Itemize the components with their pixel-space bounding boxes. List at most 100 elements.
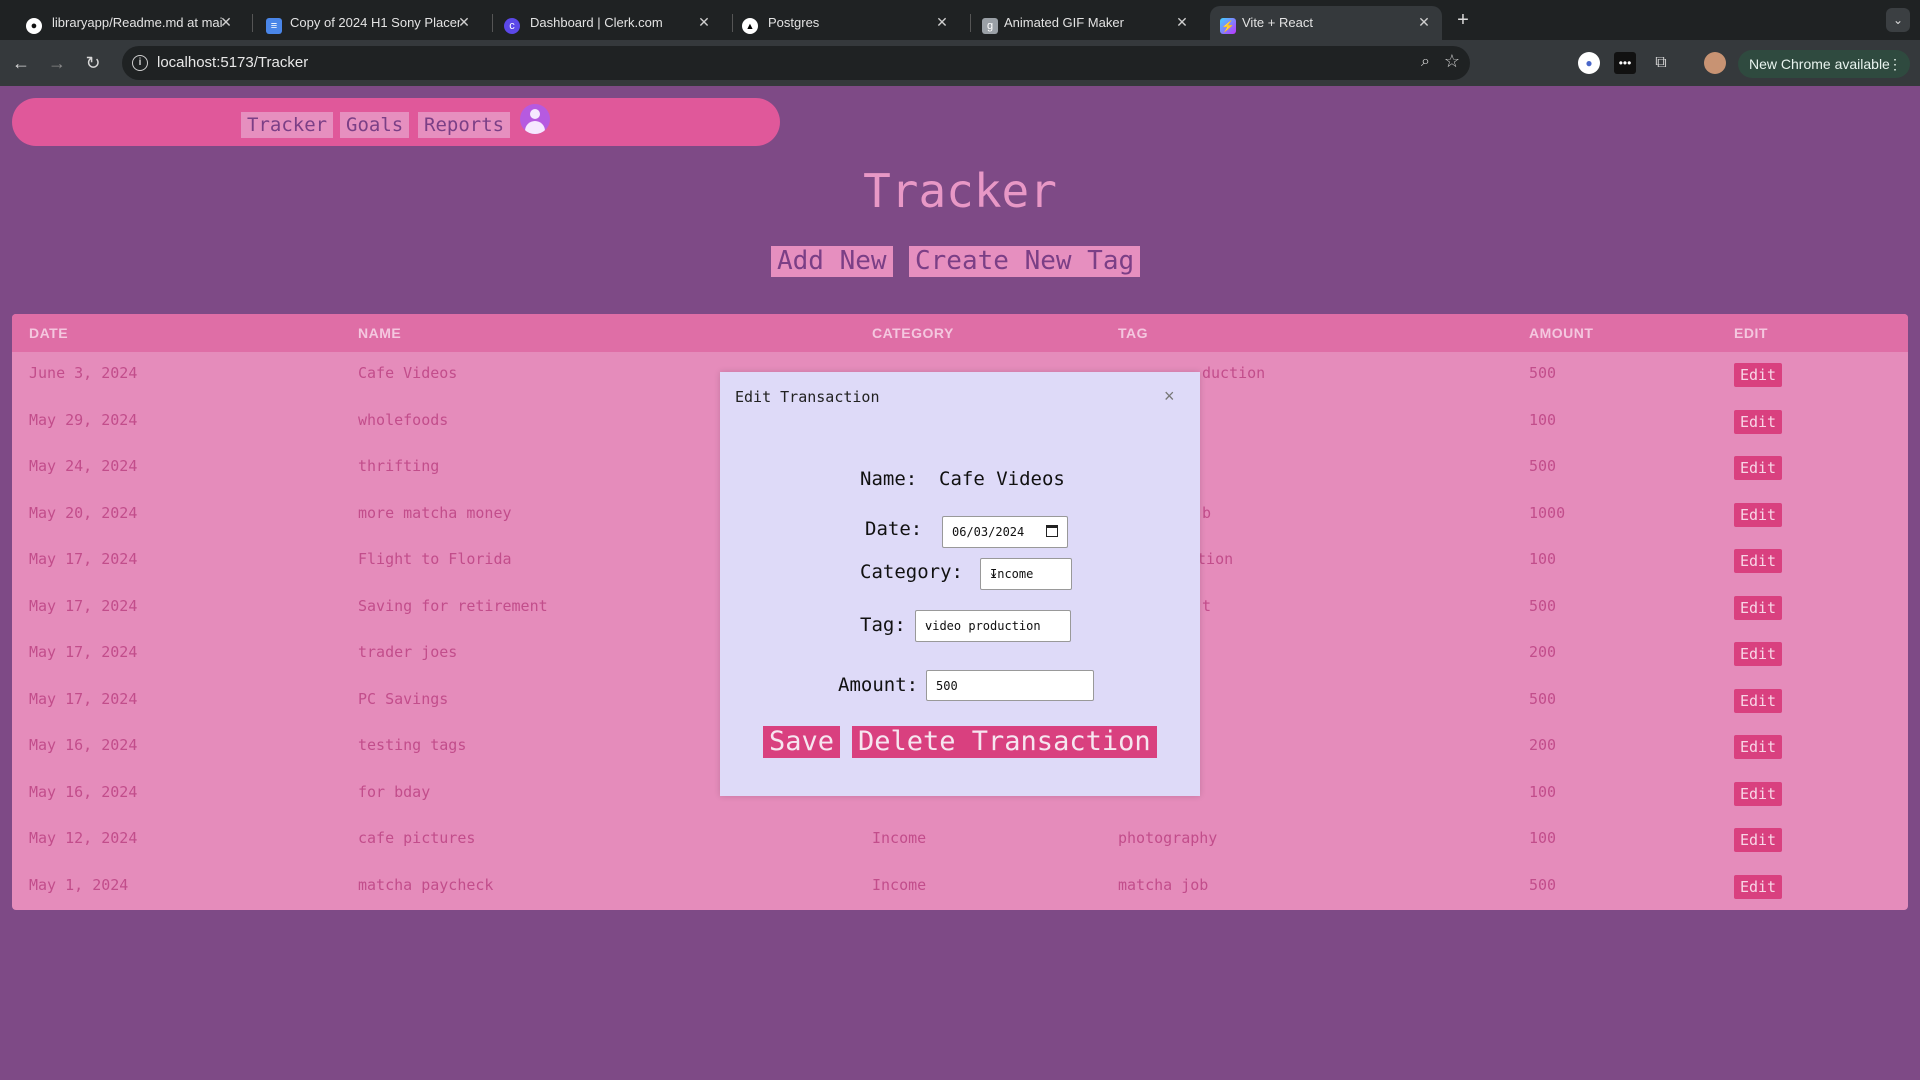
- url-text: localhost:5173/Tracker: [157, 54, 309, 71]
- column-header-tag: TAG: [1118, 325, 1149, 341]
- new-tab-button[interactable]: +: [1452, 10, 1474, 32]
- edit-button[interactable]: Edit: [1734, 502, 1782, 527]
- cell-tag: photography: [1118, 829, 1218, 847]
- close-tab-icon[interactable]: ✕: [696, 14, 712, 30]
- cell-tag: matcha job: [1118, 875, 1209, 894]
- cell-name: for bday: [358, 782, 431, 801]
- cell-date: May 12, 2024: [29, 829, 138, 847]
- cell-category: Income: [872, 829, 927, 847]
- cell-date: May 16, 2024: [29, 782, 138, 801]
- table-row: May 1, 2024 matcha paycheck Income matcha j…: [12, 864, 1908, 910]
- column-header-date: DATE: [29, 325, 69, 341]
- back-button[interactable]: ←: [10, 52, 32, 74]
- edit-button[interactable]: Edit: [1734, 549, 1782, 573]
- table-header: DATE NAME CATEGORY TAG AMOUNT EDIT: [12, 314, 1908, 352]
- extension-dots-icon[interactable]: •••: [1614, 52, 1636, 74]
- browser-tab-strip: ● libraryapp/Readme.md at mai ✕ ≡ Copy o…: [0, 0, 1920, 40]
- cell-amount: 500: [1529, 689, 1557, 708]
- cell-date: May 17, 2024: [29, 643, 138, 661]
- site-info-icon[interactable]: i: [132, 55, 148, 71]
- edit-button[interactable]: Edit: [1734, 874, 1782, 899]
- cell-category: Income: [872, 875, 927, 894]
- browser-tab[interactable]: g Animated GIF Maker ✕: [956, 6, 1198, 40]
- date-label: Date:: [865, 518, 923, 540]
- browser-tab[interactable]: ▲ Postgres ✕: [716, 6, 958, 40]
- close-tab-icon[interactable]: ✕: [218, 14, 234, 30]
- cell-date: June 3, 2024: [29, 364, 138, 382]
- cell-date: May 29, 2024: [29, 410, 138, 429]
- cell-amount: 500: [1529, 457, 1557, 475]
- nav-link-tracker[interactable]: Tracker: [241, 112, 334, 138]
- bookmark-star-icon[interactable]: ☆: [1444, 51, 1460, 72]
- browser-tab-active[interactable]: ⚡ Vite + React ✕: [1210, 6, 1442, 40]
- category-select[interactable]: Income ⌄: [980, 558, 1072, 590]
- close-tab-icon[interactable]: ✕: [934, 14, 950, 30]
- edit-button[interactable]: Edit: [1734, 828, 1782, 852]
- nav-link-reports[interactable]: Reports: [418, 112, 511, 138]
- cell-name: Cafe Videos: [358, 364, 458, 382]
- close-tab-icon[interactable]: ✕: [1416, 14, 1432, 30]
- tag-select[interactable]: video production ⌄: [915, 610, 1071, 642]
- cell-name: trader joes: [358, 643, 458, 661]
- edit-button[interactable]: Edit: [1734, 409, 1782, 434]
- date-field[interactable]: 06/03/2024: [942, 516, 1068, 548]
- user-avatar-icon[interactable]: [520, 104, 550, 134]
- vercel-icon: ▲: [742, 18, 758, 34]
- chevron-down-icon: ⌄: [925, 617, 933, 631]
- tab-title: Dashboard | Clerk.com: [530, 15, 663, 30]
- app-navbar: Tracker Goals Reports: [12, 98, 780, 146]
- tag-label: Tag:: [860, 614, 906, 636]
- cell-date: May 16, 2024: [29, 736, 138, 754]
- amount-input[interactable]: 500: [926, 670, 1094, 701]
- zoom-icon[interactable]: ⌕: [1421, 53, 1430, 71]
- edit-button[interactable]: Edit: [1734, 642, 1782, 666]
- tab-title: Postgres: [768, 15, 820, 30]
- new-chrome-available-button[interactable]: New Chrome available ⋮: [1738, 50, 1910, 78]
- edit-button[interactable]: Edit: [1734, 781, 1782, 806]
- cell-tag: b: [1202, 503, 1212, 522]
- profile-avatar[interactable]: [1704, 52, 1726, 74]
- browser-tab[interactable]: c Dashboard | Clerk.com ✕: [478, 6, 720, 40]
- tab-search-button[interactable]: ⌄: [1886, 8, 1910, 32]
- close-tab-icon[interactable]: ✕: [456, 14, 472, 30]
- close-tab-icon[interactable]: ✕: [1174, 14, 1190, 30]
- save-button[interactable]: Save: [763, 726, 841, 758]
- browser-tab[interactable]: ≡ Copy of 2024 H1 Sony Placem ✕: [238, 6, 480, 40]
- cell-amount: 1000: [1529, 503, 1566, 522]
- edit-button[interactable]: Edit: [1734, 688, 1782, 713]
- kebab-menu-icon[interactable]: ⋮: [1888, 50, 1902, 78]
- cell-name: testing tags: [358, 736, 467, 754]
- close-icon[interactable]: ×: [1164, 386, 1175, 407]
- forward-button[interactable]: →: [46, 52, 68, 74]
- calendar-icon[interactable]: [1046, 525, 1058, 537]
- cell-date: May 17, 2024: [29, 689, 138, 708]
- edit-button[interactable]: Edit: [1734, 456, 1782, 480]
- create-new-tag-button[interactable]: Create New Tag: [909, 246, 1141, 277]
- page-title: Tracker: [863, 164, 1057, 218]
- name-label: Name:: [860, 468, 918, 490]
- nav-link-goals[interactable]: Goals: [340, 112, 410, 138]
- extension-icon[interactable]: ●: [1578, 52, 1600, 74]
- cell-amount: 500: [1529, 596, 1557, 615]
- edit-button[interactable]: Edit: [1734, 595, 1782, 620]
- avatar-body: [525, 121, 545, 134]
- column-header-amount: AMOUNT: [1529, 325, 1594, 341]
- tab-title: libraryapp/Readme.md at mai: [52, 15, 222, 30]
- tab-title: Animated GIF Maker: [1004, 15, 1124, 30]
- edit-button[interactable]: Edit: [1734, 363, 1782, 387]
- cell-amount: 500: [1529, 364, 1557, 382]
- reload-button[interactable]: ↻: [82, 52, 104, 74]
- extensions-puzzle-icon[interactable]: ⧉: [1650, 52, 1672, 74]
- delete-transaction-button[interactable]: Delete Transaction: [852, 726, 1157, 758]
- edit-button[interactable]: Edit: [1734, 735, 1782, 759]
- cell-amount: 200: [1529, 643, 1557, 661]
- amount-label: Amount:: [838, 674, 919, 696]
- cell-date: May 24, 2024: [29, 457, 138, 475]
- add-new-button[interactable]: Add New: [771, 246, 893, 277]
- clerk-icon: c: [504, 18, 520, 34]
- browser-tab[interactable]: ● libraryapp/Readme.md at mai ✕: [0, 6, 242, 40]
- address-bar[interactable]: i localhost:5173/Tracker ⌕ ☆: [122, 46, 1470, 80]
- modal-title: Edit Transaction: [735, 388, 880, 406]
- cell-name: Saving for retirement: [358, 596, 548, 615]
- chevron-down-icon: ⌄: [990, 565, 998, 579]
